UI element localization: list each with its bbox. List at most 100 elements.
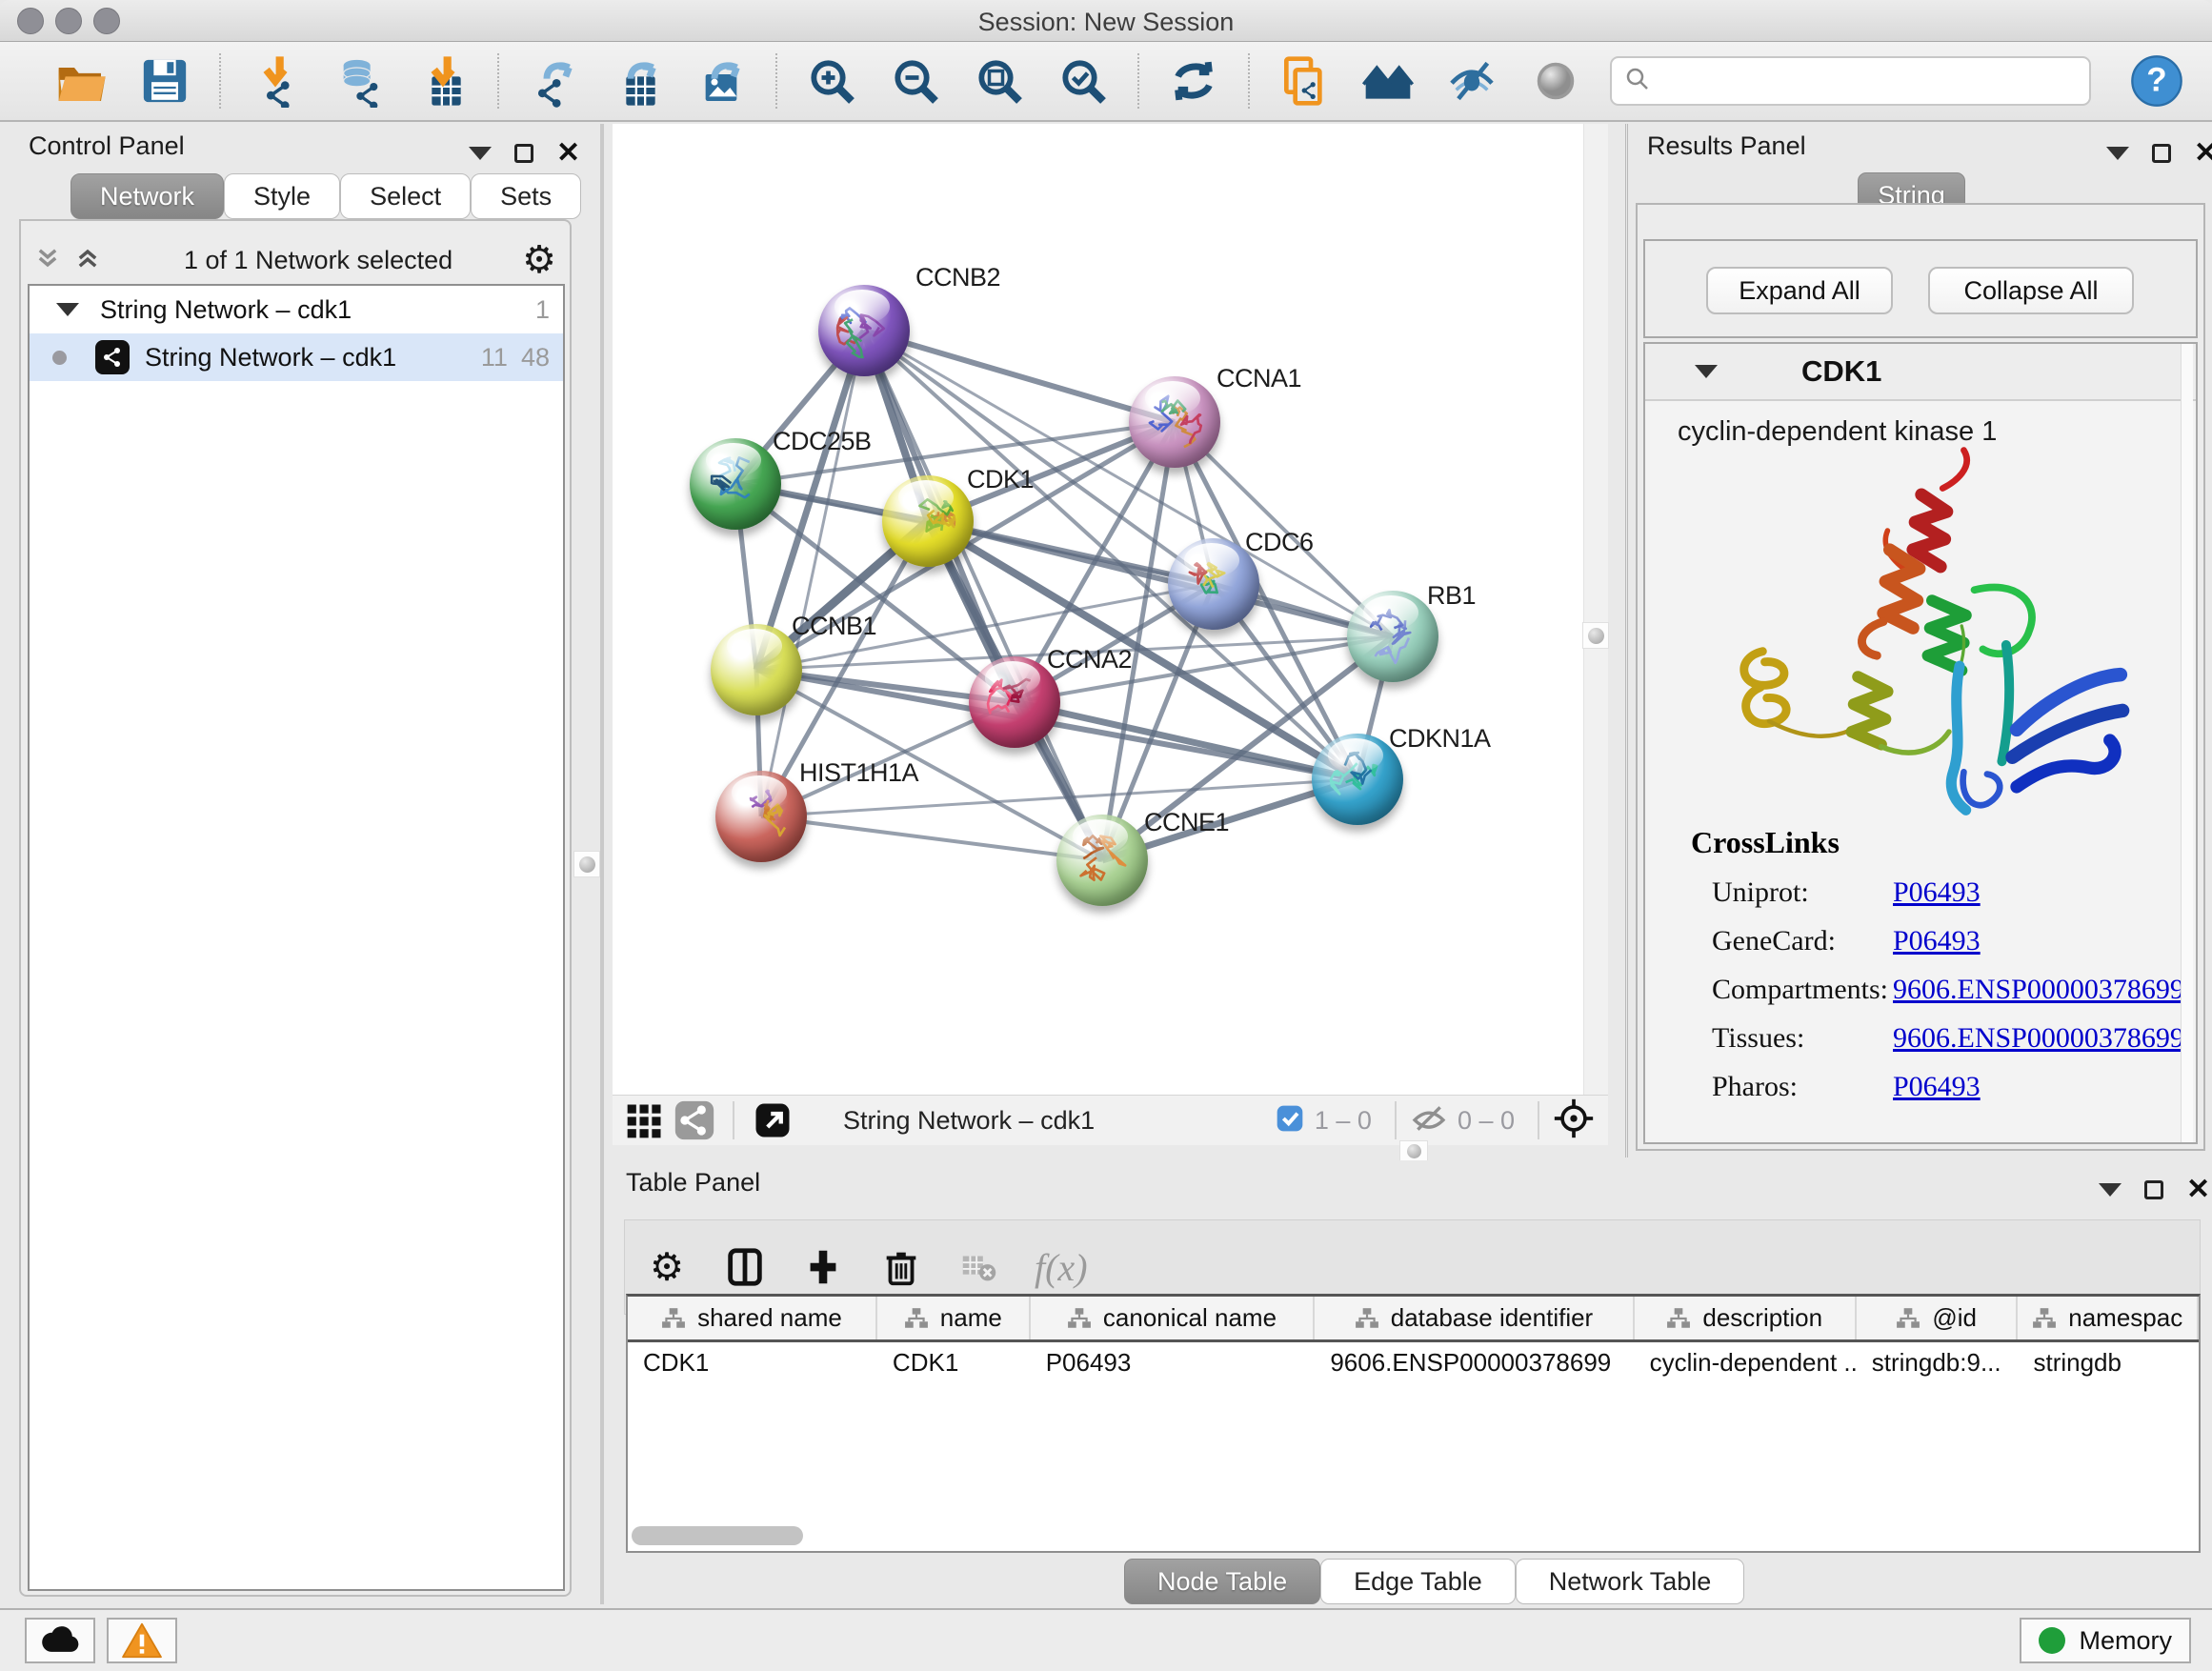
entry-collapse-icon[interactable] (1695, 365, 1718, 378)
gear-icon[interactable]: ⚙ (644, 1244, 690, 1290)
tab-select[interactable]: Select (340, 173, 471, 219)
cell-canonical-name[interactable]: P06493 (1031, 1342, 1316, 1384)
warning-icon[interactable] (107, 1618, 177, 1663)
clone-network-icon[interactable] (1275, 51, 1334, 111)
export-view-icon[interactable] (748, 1098, 797, 1142)
node-RB1[interactable] (1347, 591, 1438, 682)
results-entry-header[interactable]: CDK1 (1645, 344, 2196, 401)
right-splitter-handle[interactable] (1582, 622, 1609, 649)
import-table-icon[interactable] (413, 51, 473, 111)
node-CCNA1[interactable] (1129, 376, 1220, 468)
import-network-database-icon[interactable] (330, 51, 389, 111)
network-row[interactable]: String Network – cdk1 11 48 (30, 333, 563, 381)
zoom-fit-icon[interactable] (970, 51, 1029, 111)
hidden-eye-icon[interactable] (1410, 1102, 1448, 1139)
delete-icon[interactable] (878, 1244, 924, 1290)
zoom-selected-icon[interactable] (1054, 51, 1113, 111)
column-header--id[interactable]: @id (1857, 1297, 2019, 1339)
export-table-icon[interactable] (608, 51, 667, 111)
node-CCNE1[interactable] (1056, 815, 1148, 906)
cell-name[interactable]: CDK1 (877, 1342, 1031, 1384)
node-CCNB1[interactable] (711, 624, 802, 715)
column-header-name[interactable]: name (877, 1297, 1031, 1339)
tab-node-table[interactable]: Node Table (1124, 1559, 1320, 1604)
panel-menu-icon[interactable] (2099, 1183, 2122, 1197)
expand-all-networks-icon[interactable] (34, 245, 61, 276)
import-network-file-icon[interactable] (246, 51, 305, 111)
crosslink-link[interactable]: 9606.ENSP00000378699 (1893, 974, 2184, 1006)
help-icon[interactable]: ? (2127, 51, 2186, 111)
show-items-icon[interactable] (1526, 51, 1585, 111)
cell-namespac[interactable]: stringdb (2018, 1342, 2199, 1384)
share-view-icon[interactable] (670, 1098, 719, 1142)
network-collection-row[interactable]: String Network – cdk1 1 (30, 286, 563, 333)
save-session-icon[interactable] (135, 51, 194, 111)
fit-selected-crosshair-icon[interactable] (1553, 1097, 1595, 1144)
export-image-icon[interactable] (692, 51, 751, 111)
node-table[interactable]: shared namenamecanonical namedatabase id… (626, 1294, 2201, 1553)
edge-HIST1H1A-CCNE1[interactable] (761, 816, 1102, 860)
column-header-namespac[interactable]: namespac (2018, 1297, 2199, 1339)
zoom-out-icon[interactable] (886, 51, 945, 111)
selected-checkbox-icon[interactable] (1275, 1103, 1305, 1138)
close-panel-icon[interactable]: ✕ (556, 139, 580, 168)
tab-style[interactable]: Style (224, 173, 340, 219)
toolbar-group (1250, 51, 1610, 111)
zoom-in-icon[interactable] (802, 51, 861, 111)
tab-network-table[interactable]: Network Table (1516, 1559, 1745, 1604)
close-panel-icon[interactable]: ✕ (2186, 1176, 2210, 1204)
close-panel-icon[interactable]: ✕ (2194, 139, 2212, 168)
table-hscrollbar-thumb[interactable] (632, 1526, 803, 1545)
open-session-icon[interactable] (51, 51, 111, 111)
collection-expand-icon[interactable] (56, 303, 79, 316)
crosslink-link[interactable]: 9606.ENSP00000378699 (1893, 1022, 2184, 1055)
left-splitter-handle[interactable] (573, 851, 600, 877)
network-view-title: String Network – cdk1 (843, 1106, 1275, 1136)
node-CDK1[interactable] (882, 475, 974, 567)
table-row[interactable]: CDK1CDK1P064939606.ENSP00000378699cyclin… (628, 1342, 2199, 1384)
column-header-database-identifier[interactable]: database identifier (1315, 1297, 1634, 1339)
grid-view-icon[interactable] (620, 1098, 670, 1142)
left-splitter[interactable] (600, 124, 604, 1604)
results-scrollbar[interactable] (2181, 344, 2193, 1142)
column-header-shared-name[interactable]: shared name (628, 1297, 877, 1339)
node-CCNB2[interactable] (818, 285, 910, 376)
collapse-all-networks-icon[interactable] (74, 245, 101, 276)
column-header-canonical-name[interactable]: canonical name (1031, 1297, 1316, 1339)
node-CDC25B[interactable] (690, 438, 781, 530)
hide-items-icon[interactable] (1442, 51, 1501, 111)
export-network-icon[interactable] (524, 51, 583, 111)
node-HIST1H1A[interactable] (715, 771, 807, 862)
network-canvas[interactable]: CCNB2CCNA1CDC25BCDK1CDC6RB1CCNB1CCNA2CDK… (613, 124, 1608, 1095)
tab-network[interactable]: Network (70, 173, 224, 219)
collapse-all-button[interactable]: Collapse All (1928, 267, 2134, 314)
edge-CCNA2-CDKN1A[interactable] (1015, 702, 1357, 779)
cell-database-identifier[interactable]: 9606.ENSP00000378699 (1315, 1342, 1634, 1384)
float-panel-icon[interactable] (2144, 1180, 2163, 1199)
add-row-icon[interactable] (800, 1244, 846, 1290)
string-home-icon[interactable] (1358, 51, 1418, 111)
horizontal-splitter-handle[interactable] (1399, 1140, 1428, 1161)
network-selection-status: 1 of 1 Network selected (114, 246, 522, 275)
cell-description[interactable]: cyclin-dependent ... (1635, 1342, 1857, 1384)
panel-menu-icon[interactable] (2106, 147, 2129, 160)
network-options-gear-icon[interactable]: ⚙ (522, 241, 556, 279)
columns-icon[interactable] (722, 1244, 768, 1290)
tab-sets[interactable]: Sets (471, 173, 581, 219)
node-label-CDC25B: CDC25B (773, 427, 872, 456)
column-header-description[interactable]: description (1635, 1297, 1857, 1339)
update-network-icon[interactable] (1164, 51, 1223, 111)
crosslink-link[interactable]: P06493 (1893, 1071, 1981, 1103)
search-input[interactable] (1659, 66, 2078, 97)
memory-button[interactable]: Memory (2020, 1618, 2191, 1663)
cell--id[interactable]: stringdb:9... (1857, 1342, 2019, 1384)
crosslink-link[interactable]: P06493 (1893, 876, 1981, 909)
tab-edge-table[interactable]: Edge Table (1320, 1559, 1516, 1604)
float-panel-icon[interactable] (514, 144, 533, 163)
cloud-icon[interactable] (25, 1618, 95, 1663)
float-panel-icon[interactable] (2152, 144, 2171, 163)
cell-shared-name[interactable]: CDK1 (628, 1342, 877, 1384)
panel-menu-icon[interactable] (469, 147, 492, 160)
expand-all-button[interactable]: Expand All (1706, 267, 1893, 314)
crosslink-link[interactable]: P06493 (1893, 925, 1981, 957)
